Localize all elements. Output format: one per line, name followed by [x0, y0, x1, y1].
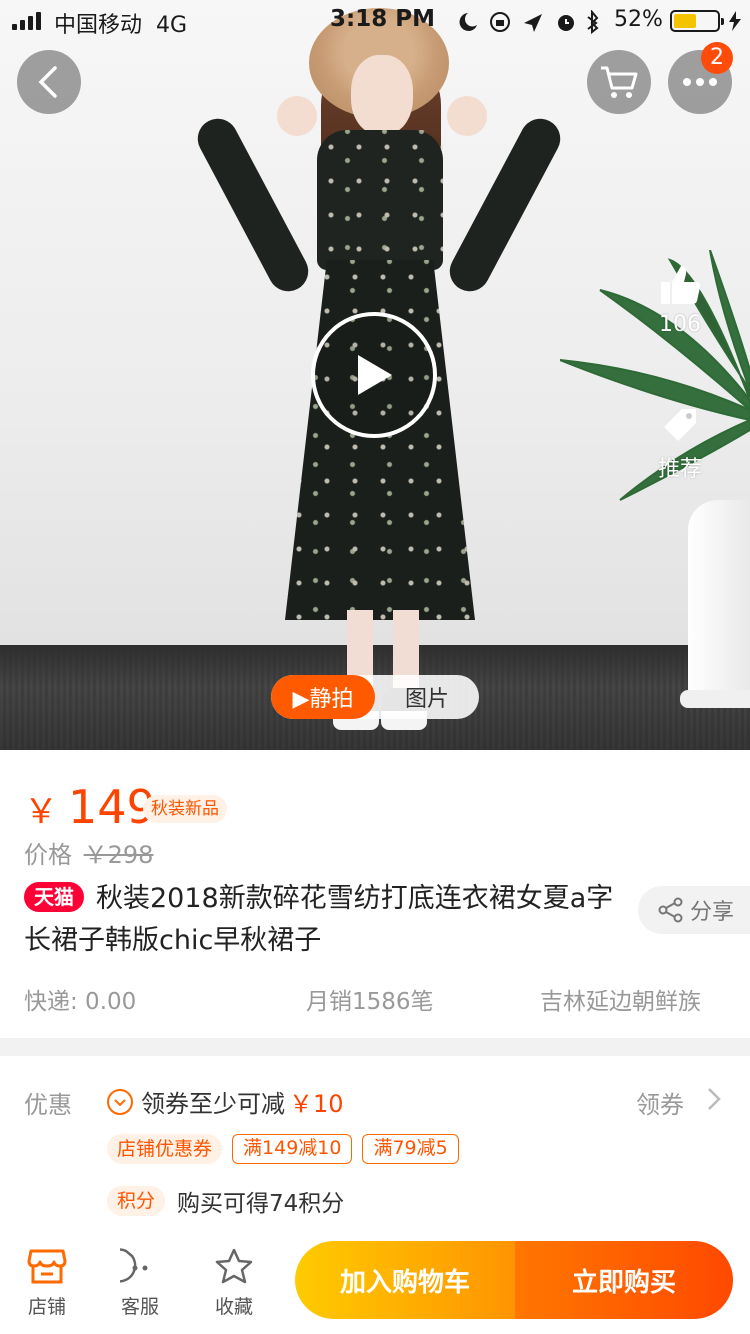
plant-pot	[688, 500, 750, 700]
share-icon	[658, 897, 683, 923]
model-arm-left	[190, 111, 316, 299]
star-icon	[215, 1248, 253, 1284]
tab-static-video[interactable]: ▶静拍	[271, 675, 375, 719]
ship-from-location: 吉林延边朝鲜族	[540, 989, 701, 1015]
cart-icon	[601, 66, 638, 98]
model-hand-right	[447, 96, 487, 136]
play-icon	[358, 355, 392, 395]
coupon-chip[interactable]: 满149减10	[232, 1134, 353, 1164]
alarm-icon	[558, 15, 574, 31]
more-dots-icon	[683, 78, 717, 86]
chevron-right-icon	[708, 1088, 721, 1110]
moon-icon	[459, 13, 477, 31]
points-chip: 积分	[107, 1186, 166, 1216]
plant-pot-base	[680, 690, 750, 708]
tab-photos[interactable]: 图片	[375, 675, 479, 719]
coupon-icon	[107, 1088, 133, 1115]
favorite-button[interactable]: 收藏	[199, 1244, 269, 1319]
coupon-chips: 店铺优惠券 满149减10 满79减5	[107, 1134, 459, 1164]
store-icon	[27, 1249, 67, 1284]
buy-now-button[interactable]: 立即购买	[515, 1241, 733, 1319]
coupon-summary[interactable]: 领券至少可减 ￥10	[107, 1084, 344, 1119]
original-price: 价格 ￥298	[24, 841, 154, 869]
new-arrival-tag: 秋装新品	[143, 795, 227, 823]
battery-icon	[670, 10, 724, 32]
share-button[interactable]: 分享	[638, 886, 750, 934]
dress-bodice	[317, 130, 443, 270]
thumbs-up-icon	[661, 266, 701, 304]
location-icon	[524, 14, 542, 32]
cart-count-badge: 2	[701, 42, 733, 74]
points-row: 积分 购买可得74积分	[107, 1184, 344, 1218]
store-label: 店铺	[27, 1296, 66, 1318]
tag-icon	[664, 409, 696, 441]
points-text: 购买可得74积分	[177, 1191, 345, 1217]
monthly-sales: 月销1586笔	[306, 989, 434, 1015]
shop-coupon-chip: 店铺优惠券	[107, 1134, 223, 1164]
like-count: 106	[659, 312, 701, 337]
customer-service-button[interactable]: 客服	[105, 1244, 175, 1319]
favorite-label: 收藏	[214, 1296, 253, 1318]
coupon-text: 领券至少可减	[141, 1090, 285, 1118]
add-to-cart-button[interactable]: 加入购物车	[295, 1241, 515, 1319]
store-button[interactable]: 店铺	[12, 1244, 82, 1319]
service-label: 客服	[120, 1296, 159, 1318]
product-price: ￥ 149	[24, 780, 156, 834]
carrier-name: 中国移动 4G	[54, 13, 188, 38]
model-hand-left	[277, 96, 317, 136]
status-time: 3:18 PM	[330, 6, 435, 32]
bluetooth-icon	[587, 10, 599, 34]
coupon-chip[interactable]: 满79减5	[362, 1134, 459, 1164]
recommend-label: 推荐	[657, 457, 702, 482]
cart-button[interactable]	[587, 50, 651, 114]
back-button[interactable]	[17, 50, 81, 114]
media-tab-switcher: ▶静拍 图片	[271, 675, 479, 719]
signal-strength-icon	[12, 12, 41, 30]
video-play-button[interactable]	[311, 312, 437, 438]
chevron-left-icon	[38, 66, 57, 98]
battery-percent: 52%	[614, 7, 663, 32]
status-bar: 中国移动 4G 3:18 PM 52%	[0, 0, 750, 40]
like-action[interactable]: 106	[655, 262, 705, 337]
product-title: 秋装2018新款碎花雪纺打底连衣裙女夏a字长裙子韩版chic早秋裙子	[24, 883, 614, 956]
coupon-amount: ￥10	[289, 1090, 344, 1118]
orientation-lock-icon	[490, 12, 510, 32]
chat-face-icon	[120, 1248, 148, 1283]
get-coupon-link[interactable]: 领券	[636, 1085, 684, 1120]
currency-symbol: ￥	[24, 792, 58, 832]
model-arm-right	[442, 111, 568, 299]
promo-label: 优惠	[24, 1091, 72, 1119]
charging-icon	[729, 11, 741, 31]
delivery-fee: 快递: 0.00	[24, 989, 137, 1015]
share-label: 分享	[690, 900, 735, 925]
tmall-badge: 天猫	[24, 882, 84, 912]
model-face	[351, 55, 413, 135]
product-image-gallery[interactable]: 106 推荐 ▶静拍 图片	[0, 0, 750, 750]
recommend-action[interactable]: 推荐	[655, 405, 705, 483]
status-icons	[459, 10, 599, 34]
